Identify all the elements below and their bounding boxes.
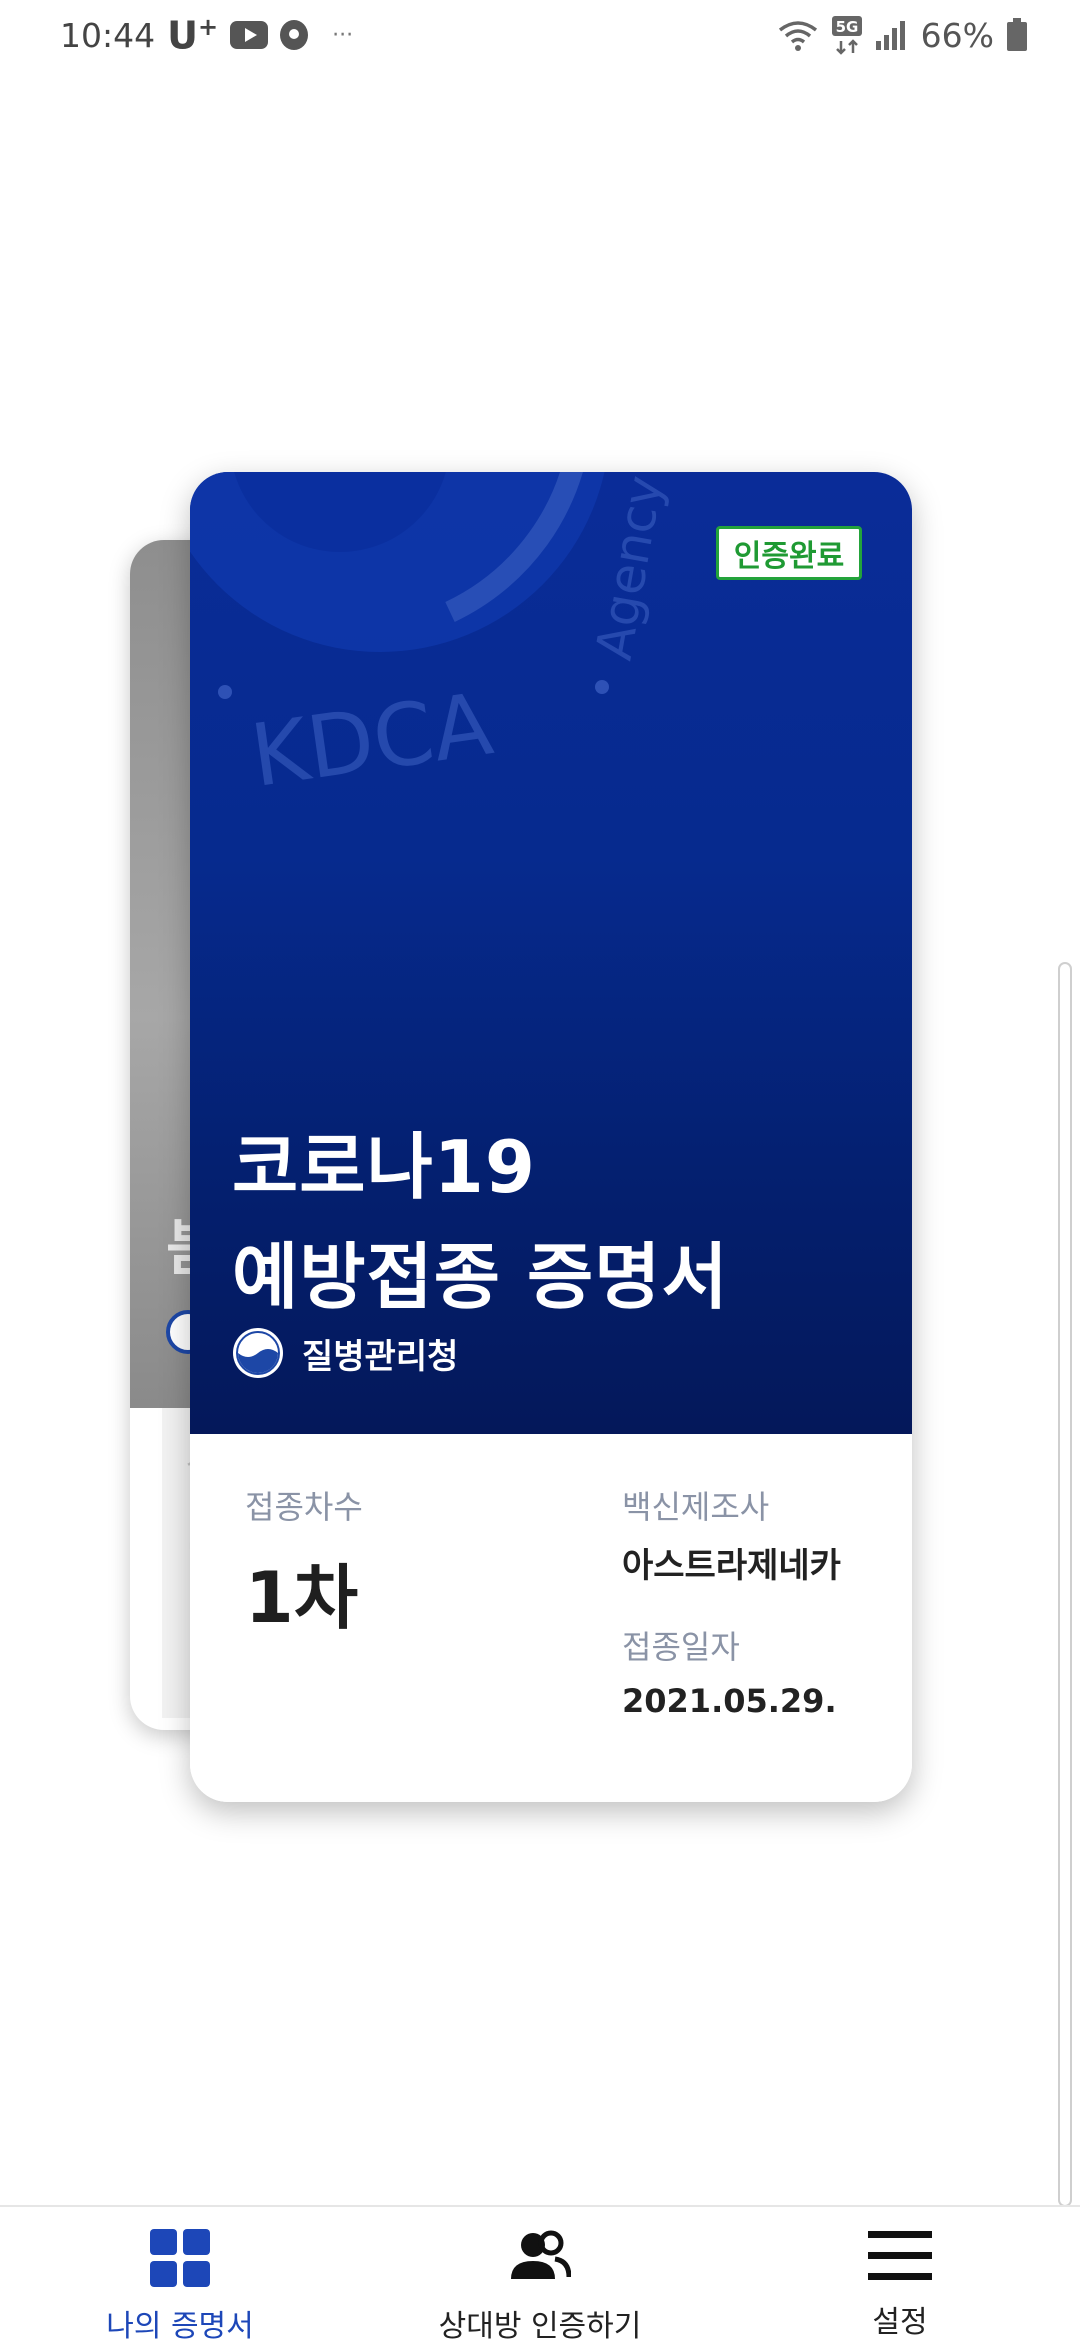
more-notifications-icon: ··· — [332, 22, 354, 48]
carrier-name: U — [167, 13, 198, 58]
nav-label: 설정 — [872, 2305, 928, 2340]
card-title-line1: 코로나19 — [232, 1125, 536, 1209]
status-left: 10:44 U+ ··· — [60, 13, 353, 58]
wifi-icon — [777, 18, 819, 52]
menu-icon — [868, 2229, 932, 2283]
network-type-text: 5G — [835, 18, 858, 36]
vaccine-maker-value: 아스트라제네카 — [622, 1546, 841, 1586]
nav-settings[interactable]: 설정 — [720, 2207, 1080, 2340]
watermark-kdca-text: KDCA — [245, 674, 498, 807]
card-details: 접종차수 1차 백신제조사 아스트라제네카 접종일자 2021.05.29. — [190, 1434, 912, 1802]
network-5g-icon: 5G — [831, 15, 863, 55]
dose-number-value: 1차 — [245, 1557, 359, 1639]
kdca-logo-icon — [232, 1327, 284, 1379]
bottom-nav: 나의 증명서 상대방 인증하기 설정 — [0, 2205, 1080, 2340]
scrollbar[interactable] — [1058, 962, 1072, 2207]
card-title-line2: 예방접종 증명서 — [232, 1235, 729, 1319]
signal-strength-icon — [875, 19, 909, 51]
battery-icon — [1006, 18, 1028, 52]
status-time: 10:44 — [60, 15, 156, 55]
agency-row: 질병관리청 — [232, 1327, 458, 1379]
nav-label: 상대방 인증하기 — [438, 2309, 642, 2340]
youtube-icon — [230, 21, 269, 49]
location-pin-icon — [280, 20, 309, 50]
agency-name: 질병관리청 — [302, 1336, 459, 1377]
vaccination-date-label: 접종일자 — [622, 1628, 740, 1666]
nav-label: 나의 증명서 — [106, 2309, 254, 2340]
nav-verify-other[interactable]: 상대방 인증하기 — [360, 2207, 720, 2340]
card-title: 코로나19 예방접종 증명서 — [232, 1112, 729, 1332]
grid-icon — [150, 2229, 210, 2287]
carrier-sup: + — [197, 12, 219, 41]
vaccine-maker-label: 백신제조사 — [622, 1488, 770, 1526]
status-right: 5G 66% — [777, 15, 1028, 55]
nav-my-certificates[interactable]: 나의 증명서 — [0, 2207, 360, 2340]
card-header: KDCA Agency 인증완료 코로나19 예방접종 증명서 질병관리청 — [190, 472, 912, 1434]
carrier-label: U+ — [167, 13, 218, 58]
verified-badge: 인증완료 — [716, 526, 862, 580]
screen: 10:44 U+ ··· 5G 66% KDCA Agency 인증완료 코로나… — [0, 0, 1080, 2340]
watermark-agency-text: Agency — [585, 472, 674, 664]
battery-percent: 66% — [920, 15, 994, 55]
dose-number-label: 접종차수 — [245, 1488, 363, 1526]
status-bar: 10:44 U+ ··· 5G 66% — [0, 0, 1080, 70]
vaccination-certificate-card[interactable]: KDCA Agency 인증완료 코로나19 예방접종 증명서 질병관리청 접종… — [190, 472, 912, 1802]
vaccination-date-value: 2021.05.29. — [622, 1682, 837, 1720]
people-icon — [509, 2229, 571, 2287]
